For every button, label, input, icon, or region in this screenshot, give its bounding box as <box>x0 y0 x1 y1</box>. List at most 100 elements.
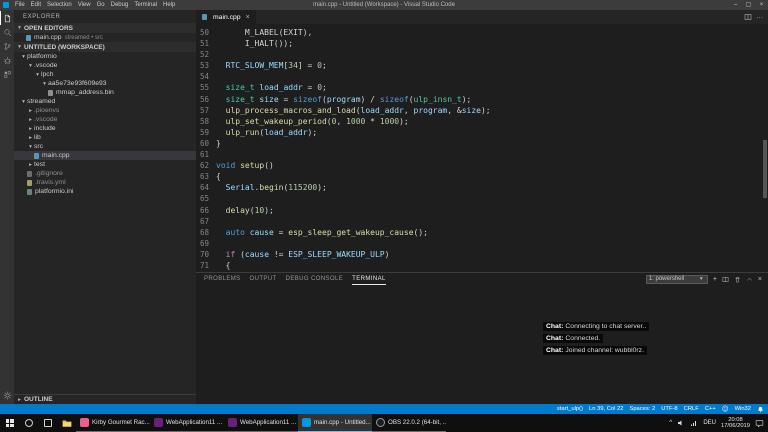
taskbar-app-main-cpp-untitled[interactable]: main.cpp - Untitled... <box>298 414 372 432</box>
tree-item-vscode[interactable]: ▸.vscode <box>14 115 196 124</box>
menu-edit[interactable]: Edit <box>28 0 44 10</box>
taskbar-app-webapplication11[interactable]: WebApplication11 ... <box>150 414 224 432</box>
open-editors-header[interactable]: ▾ OPEN EDITORS <box>14 23 196 33</box>
tree-item-lpch[interactable]: ▾lpch <box>14 70 196 79</box>
menu-help[interactable]: Help <box>160 0 178 10</box>
activity-debug-button[interactable] <box>0 53 14 67</box>
status-item-start-ulp[interactable]: start_ulp() <box>557 404 583 414</box>
minimize-button[interactable]: – <box>729 0 742 10</box>
taskbar-app-obs-22-0-2-64-bit[interactable]: OBS 22.0.2 (64-bit, ... <box>372 414 446 432</box>
tree-item-mmap-address-bin[interactable]: mmap_address.bin <box>14 88 196 97</box>
code-editor[interactable]: 50 M_LABEL(EXIT),51 I_HALT());5253 RTC_S… <box>196 24 768 272</box>
code-line-55: 55 size_t load_addr = 0; <box>196 82 768 93</box>
tree-item-test[interactable]: ▸test <box>14 160 196 169</box>
chat-text: Connecting to chat server.. <box>565 323 646 330</box>
tree-item-src[interactable]: ▾src <box>14 142 196 151</box>
maximize-button[interactable]: ▢ <box>742 0 755 10</box>
status-item-c[interactable]: C++ <box>705 404 716 414</box>
panel-tab-terminal[interactable]: TERMINAL <box>352 273 386 285</box>
keyboard-language[interactable]: DEU <box>703 420 716 426</box>
app-icon-webapplication11 <box>154 418 163 427</box>
more-actions-icon[interactable]: ··· <box>757 14 764 21</box>
menu-view[interactable]: View <box>75 0 94 10</box>
editor-scrollbar[interactable] <box>763 140 767 198</box>
file-explorer-button[interactable] <box>57 414 76 432</box>
open-editor-main-cpp[interactable]: main.cppstreamed • src <box>14 33 196 42</box>
cortana-search-button[interactable] <box>19 414 38 432</box>
notification-center-icon[interactable] <box>755 419 764 428</box>
tree-item-gitignore[interactable]: .gitignore <box>14 169 196 178</box>
tree-item-pioenvs[interactable]: ▸.pioenvs <box>14 106 196 115</box>
panel-tab-problems[interactable]: PROBLEMS <box>204 273 241 285</box>
activity-search-button[interactable] <box>0 25 14 39</box>
close-button[interactable]: × <box>755 0 768 10</box>
code-text: I_HALT()); <box>216 38 293 49</box>
kill-terminal-icon[interactable] <box>734 276 741 283</box>
task-view-button[interactable] <box>38 414 57 432</box>
menu-terminal[interactable]: Terminal <box>131 0 160 10</box>
status-item-crlf[interactable]: CRLF <box>684 404 699 414</box>
chat-message: Chat:Joined channel: wubbl0rz. <box>543 346 647 355</box>
terminal[interactable]: Chat:Connecting to chat server..Chat:Con… <box>196 285 768 404</box>
volume-icon[interactable] <box>677 419 685 427</box>
tree-item-streamed[interactable]: ▾streamed <box>14 97 196 106</box>
line-number: 63 <box>196 171 216 182</box>
clock[interactable]: 20:08 17/06/2019 <box>721 417 750 430</box>
tree-item-vscode[interactable]: ▾.vscode <box>14 61 196 70</box>
chevron-right-icon: ▸ <box>27 108 34 114</box>
split-editor-icon[interactable] <box>744 13 752 21</box>
tray-expand-icon[interactable]: ^ <box>669 414 672 432</box>
tree-item-platformio[interactable]: ▾platformio <box>14 52 196 61</box>
close-tab-icon[interactable]: × <box>246 14 250 21</box>
explorer-sidebar: EXPLORER ▾ OPEN EDITORS main.cppstreamed… <box>14 10 196 404</box>
feedback-smiley-icon[interactable]: ☺ <box>722 404 729 414</box>
taskbar-app-label: WebApplication11 ... <box>240 419 296 426</box>
menu-go[interactable]: Go <box>94 0 108 10</box>
code-text: if (cause != ESP_SLEEP_WAKEUP_ULP) <box>216 249 389 260</box>
chevron-right-icon: ▸ <box>27 126 34 132</box>
new-terminal-icon[interactable]: + <box>713 275 717 284</box>
tree-item-include[interactable]: ▸include <box>14 124 196 133</box>
tree-item-main-cpp[interactable]: main.cpp <box>14 151 196 160</box>
chevron-down-icon: ▾ <box>27 144 34 150</box>
tab-bar: main.cpp × ··· <box>196 10 768 24</box>
status-item-utf-8[interactable]: UTF-8 <box>661 404 677 414</box>
activity-extensions-button[interactable] <box>0 67 14 81</box>
taskbar: Kirby Gourmet Rac...WebApplication11 ...… <box>0 414 768 432</box>
taskbar-app-webapplication11[interactable]: WebApplication11 ... <box>224 414 298 432</box>
start-button[interactable] <box>0 414 19 432</box>
panel-tab-debug-console[interactable]: DEBUG CONSOLE <box>286 273 344 285</box>
notifications-bell-icon[interactable] <box>757 406 764 413</box>
code-line-58: 58 ulp_set_wakeup_period(0, 1000 * 1000)… <box>196 116 768 127</box>
split-terminal-icon[interactable] <box>722 276 729 283</box>
status-item-ln-39-col-22[interactable]: Ln 39, Col 22 <box>589 404 623 414</box>
tab-main-cpp[interactable]: main.cpp × <box>196 10 256 24</box>
code-text: ulp_set_wakeup_period(0, 1000 * 1000); <box>216 116 409 127</box>
panel-tab-output[interactable]: OUTPUT <box>250 273 277 285</box>
code-line-65: 65 <box>196 193 768 204</box>
code-line-71: 71 { <box>196 260 768 271</box>
code-line-63: 63{ <box>196 171 768 182</box>
activity-settings-gear-button[interactable] <box>0 388 14 402</box>
tree-item-travis-yml[interactable]: .travis.yml <box>14 178 196 187</box>
close-panel-icon[interactable]: × <box>758 275 762 284</box>
network-icon[interactable] <box>690 419 698 427</box>
status-item-spaces-2[interactable]: Spaces: 2 <box>629 404 655 414</box>
tree-item-aa5e73e93f609e93[interactable]: ▾aa5e73e93f609e93 <box>14 79 196 88</box>
menu-debug[interactable]: Debug <box>108 0 132 10</box>
menu-selection[interactable]: Selection <box>44 0 75 10</box>
workspace-header[interactable]: ▾ UNTITLED (WORKSPACE) <box>14 42 196 52</box>
terminal-shell-select[interactable]: 1: powershell ▾ <box>646 275 708 284</box>
line-number: 54 <box>196 71 216 82</box>
tree-item-platformio-ini[interactable]: platformio.ini <box>14 187 196 196</box>
outline-header[interactable]: ▸ OUTLINE <box>14 394 196 404</box>
activity-source-control-button[interactable] <box>0 39 14 53</box>
file-icon <box>48 90 53 96</box>
status-item-win32[interactable]: Win32 <box>735 404 751 414</box>
tree-item-lib[interactable]: ▸lib <box>14 133 196 142</box>
menu-file[interactable]: File <box>12 0 28 10</box>
taskbar-app-kirby-gourmet-rac[interactable]: Kirby Gourmet Rac... <box>76 414 150 432</box>
activity-explorer-button[interactable] <box>0 11 14 25</box>
maximize-panel-icon[interactable] <box>746 276 753 283</box>
settings-gear-icon <box>3 391 12 400</box>
